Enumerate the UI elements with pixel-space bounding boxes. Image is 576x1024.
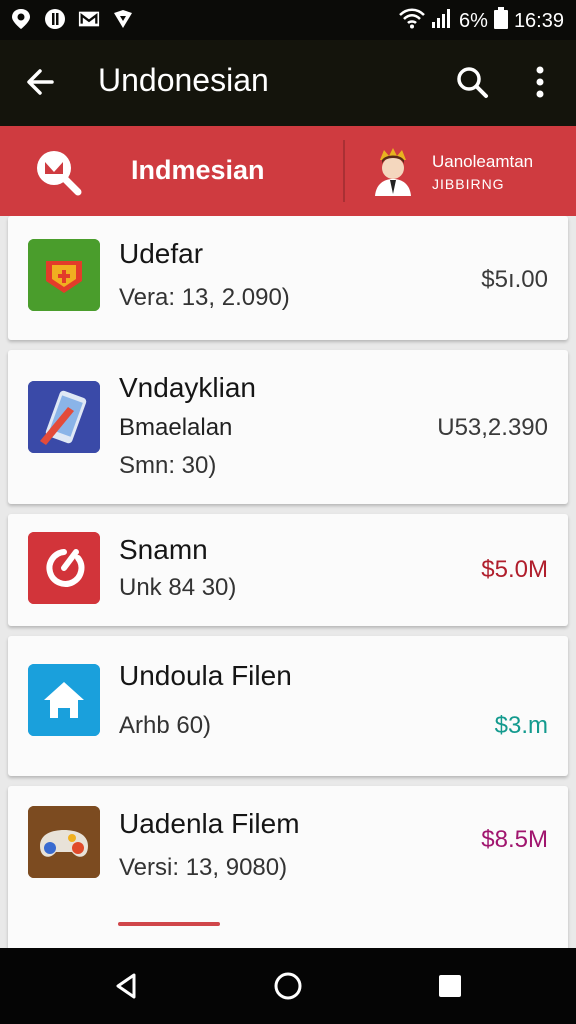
item-price: $5.0M <box>481 556 548 583</box>
item-version: Vera: 13, 2.090) <box>119 284 290 311</box>
shield-game-icon <box>28 239 100 311</box>
item-version: Versi: 13, 9080) <box>119 854 288 881</box>
shield-icon <box>112 8 134 30</box>
status-bar: 6% 16:39 <box>0 0 576 40</box>
item-title: Uadenla Filem <box>119 808 300 839</box>
item-subtitle: Bmaelalan <box>119 414 233 441</box>
item-price: $5ı.00 <box>481 266 548 293</box>
back-nav-icon[interactable] <box>110 970 142 1002</box>
signal-icon <box>431 7 453 35</box>
avatar[interactable] <box>372 146 414 196</box>
location-icon <box>10 8 32 30</box>
battery-icon <box>493 7 508 35</box>
list-item[interactable]: Snamn Unk 84 30) $5.0M <box>8 514 568 626</box>
item-title: Vndayklian <box>119 372 256 403</box>
more-options-icon[interactable] <box>522 62 558 102</box>
item-price: $8.5M <box>481 826 548 853</box>
item-version: Smn: 30) <box>119 452 217 479</box>
battery-percent: 6% <box>459 9 488 32</box>
item-price: $3.m <box>494 712 548 739</box>
divider <box>343 140 345 202</box>
loading-progress <box>118 922 220 926</box>
account-subtitle: JIBBIRNG <box>432 176 505 192</box>
list-item[interactable]: Uadenla Filem Versi: 13, 9080) $8.5M <box>8 786 568 948</box>
search-icon[interactable] <box>452 62 492 102</box>
home-nav-icon[interactable] <box>272 970 304 1002</box>
list-item[interactable]: Vndayklian Bmaelalan Smn: 30) U53,2.390 <box>8 350 568 504</box>
item-version: Arhb 60) <box>119 712 212 739</box>
app-logo-icon[interactable] <box>34 148 82 196</box>
clock: 16:39 <box>513 9 564 32</box>
home-icon <box>28 664 100 736</box>
item-title: Udefar <box>119 238 204 269</box>
phone-pencil-icon <box>28 381 100 453</box>
account-name: Uanoleamtan <box>432 152 534 171</box>
game-controller-icon <box>28 806 100 878</box>
app-list: Udefar Vera: 13, 2.090) $5ı.00 Vndayklia… <box>0 216 576 948</box>
item-title: Snamn <box>119 534 208 565</box>
item-version: Unk 84 30) <box>119 574 237 601</box>
selected-language[interactable]: Indmesian <box>131 150 265 190</box>
list-item[interactable]: Undoula Filen Arhb 60) $3.m <box>8 636 568 776</box>
notification-icon <box>44 8 66 30</box>
item-title: Undoula Filen <box>119 660 292 691</box>
language-header: Indmesian Uanoleamtan JIBBIRNG <box>0 126 576 216</box>
red-spinner-icon <box>28 532 100 604</box>
wifi-icon <box>399 7 425 35</box>
list-item[interactable]: Udefar Vera: 13, 2.090) $5ı.00 <box>8 216 568 340</box>
system-nav-bar <box>0 948 576 1024</box>
app-bar: Undonesian <box>0 40 576 126</box>
item-price: U53,2.390 <box>437 414 548 441</box>
gmail-icon <box>78 8 100 30</box>
recents-nav-icon[interactable] <box>434 970 466 1002</box>
back-arrow-icon[interactable] <box>22 62 62 102</box>
page-title: Undonesian <box>98 62 269 98</box>
